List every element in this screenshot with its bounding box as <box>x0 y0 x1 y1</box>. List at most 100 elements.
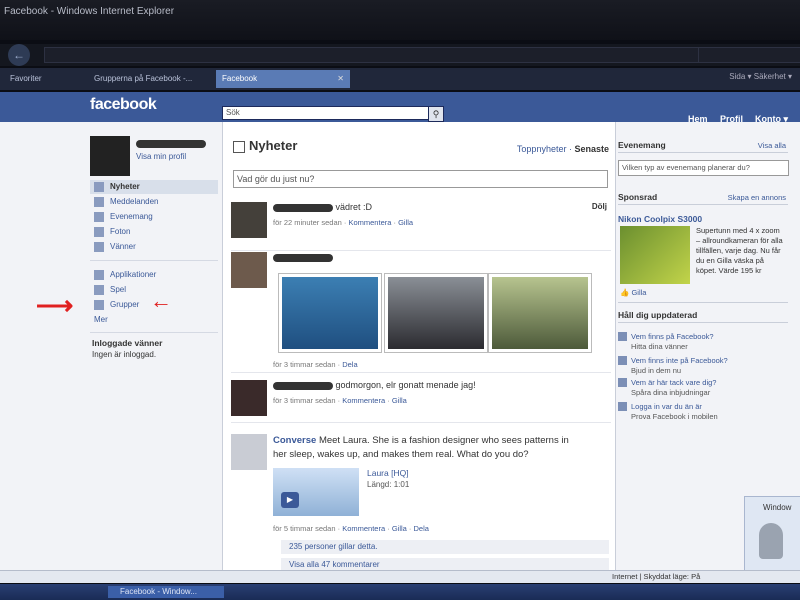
window-title-bar: Facebook - Windows Internet Explorer <box>0 0 800 40</box>
windows-live-popup[interactable]: Window <box>744 496 800 578</box>
feed-filter: Toppnyheter · Senaste <box>516 144 609 154</box>
filter-top-news[interactable]: Toppnyheter <box>517 144 567 154</box>
news-feed-icon <box>94 182 104 192</box>
sidebar-item-friends[interactable]: Vänner <box>90 240 218 254</box>
update-item[interactable]: Logga in var du än är Prova Facebook i m… <box>618 402 788 422</box>
hide-post-button[interactable]: Dölj <box>592 202 607 211</box>
share-link[interactable]: Dela <box>342 360 357 369</box>
poster-name-blurred[interactable] <box>273 203 333 212</box>
sidebar-item-applications[interactable]: Applikationer <box>90 268 218 282</box>
sidebar-item-label: Applikationer <box>110 270 157 279</box>
sponsored-heading: Sponsrad <box>618 192 658 202</box>
events-input[interactable]: Vilken typ av evenemang planerar du? <box>618 160 789 176</box>
stay-updated-heading: Håll dig uppdaterad <box>618 310 698 320</box>
post-time[interactable]: för 3 timmar sedan <box>273 396 336 405</box>
post-meta: för 22 minuter sedan · Kommentera · Gill… <box>273 218 414 227</box>
sidebar-item-label: Nyheter <box>110 182 140 191</box>
mobile-icon <box>618 402 627 411</box>
ad-title[interactable]: Nikon Coolpix S3000 <box>618 214 702 224</box>
browser-search-input[interactable] <box>698 47 800 63</box>
comment-link[interactable]: Kommentera <box>348 218 391 227</box>
taskbar-facebook-button[interactable]: Facebook - Window... <box>108 586 224 598</box>
avatar[interactable] <box>231 202 267 238</box>
profile-name-blurred[interactable] <box>136 140 206 148</box>
fb-search-input[interactable]: Sök <box>222 106 433 120</box>
post-message: Meet Laura. She is a fashion designer wh… <box>273 435 569 460</box>
ad-like-label: Gilla <box>631 288 647 297</box>
comment-link[interactable]: Kommentera <box>342 524 385 533</box>
find-friends-icon <box>618 332 627 341</box>
update-item[interactable]: Vem finns inte på Facebook? Bjud in dem … <box>618 356 788 376</box>
video-thumbnail[interactable]: ▶ <box>273 468 359 516</box>
like-link[interactable]: Gilla <box>392 524 407 533</box>
ie-toolbar[interactable]: Sida ▾ Säkerhet ▾ <box>729 72 792 81</box>
events-see-all-link[interactable]: Visa alla <box>758 141 786 150</box>
status-input[interactable]: Vad gör du just nu? <box>233 170 608 188</box>
avatar[interactable] <box>231 380 267 416</box>
post-photo[interactable] <box>279 274 381 352</box>
browser-status-bar: Internet | Skyddat läge: På <box>0 570 800 583</box>
feed-post: vädret :D för 22 minuter sedan · Komment… <box>231 202 611 251</box>
applications-icon <box>94 270 104 280</box>
likes-count[interactable]: 235 personer gillar detta. <box>281 540 609 554</box>
favorites-button[interactable]: Favoriter <box>4 70 56 88</box>
converse-link[interactable]: Converse <box>273 435 316 446</box>
sidebar-item-label: Grupper <box>110 300 140 309</box>
like-link[interactable]: Gilla <box>398 218 413 227</box>
divider <box>618 204 788 205</box>
avatar[interactable] <box>231 252 267 288</box>
like-link[interactable]: Gilla <box>392 396 407 405</box>
back-arrow-icon[interactable]: ← <box>8 44 30 66</box>
update-item[interactable]: Vem är här tack vare dig? Spåra dina inb… <box>618 378 788 398</box>
sidebar-item-label: Vänner <box>110 242 136 251</box>
facebook-logo[interactable]: facebook <box>90 96 157 114</box>
post-photo[interactable] <box>385 274 487 352</box>
post-time[interactable]: för 3 timmar sedan <box>273 360 336 369</box>
divider <box>618 302 788 303</box>
post-text: Converse Meet Laura. She is a fashion de… <box>273 434 573 462</box>
post-message: godmorgon, elr gonatt menade jag! <box>335 380 476 390</box>
tab-facebook[interactable]: Facebook ✕ <box>216 70 350 88</box>
ad-like-link[interactable]: 👍 Gilla <box>620 288 646 297</box>
video-title[interactable]: Laura [HQ] <box>367 468 409 478</box>
post-meta: för 3 timmar sedan · Dela <box>273 360 358 369</box>
divider <box>618 322 788 323</box>
comment-link[interactable]: Kommentera <box>342 396 385 405</box>
filter-recent[interactable]: Senaste <box>574 144 609 154</box>
close-tab-icon[interactable]: ✕ <box>337 70 344 88</box>
sidebar-more-link[interactable]: Mer <box>90 313 222 327</box>
online-friends-status: Ingen är inloggad. <box>92 350 157 359</box>
window-title: Facebook - Windows Internet Explorer <box>4 6 175 17</box>
update-title: Vem finns inte på Facebook? <box>631 356 728 365</box>
play-icon[interactable]: ▶ <box>281 492 299 508</box>
sidebar-item-messages[interactable]: Meddelanden <box>90 195 218 209</box>
post-text: godmorgon, elr gonatt menade jag! <box>273 380 476 390</box>
post-meta: för 3 timmar sedan · Kommentera · Gilla <box>273 396 407 405</box>
poster-name-blurred[interactable] <box>273 381 333 390</box>
search-icon[interactable]: ⚲ <box>428 106 444 122</box>
post-meta: för 5 timmar sedan · Kommentera · Gilla … <box>273 524 429 533</box>
sidebar-item-events[interactable]: Evenemang <box>90 210 218 224</box>
poster-name-blurred[interactable] <box>273 253 333 262</box>
tab-groups-label: Grupperna på Facebook -... <box>94 74 193 83</box>
avatar[interactable] <box>90 136 130 176</box>
tab-groups[interactable]: Grupperna på Facebook -... <box>88 70 212 88</box>
red-arrow-right-annotation: ⟶ <box>36 290 74 320</box>
friends-icon <box>94 242 104 252</box>
post-time[interactable]: för 5 timmar sedan <box>273 524 336 533</box>
update-sub: Spåra dina inbjudningar <box>631 388 711 397</box>
sidebar-item-news[interactable]: Nyheter <box>90 180 218 194</box>
post-photo[interactable] <box>489 274 591 352</box>
update-title: Vem finns på Facebook? <box>631 332 714 341</box>
address-input[interactable] <box>44 47 704 63</box>
share-link[interactable]: Dela <box>414 524 429 533</box>
sidebar-item-label: Evenemang <box>110 212 153 221</box>
avatar[interactable] <box>231 434 267 470</box>
update-item[interactable]: Vem finns på Facebook? Hitta dina vänner <box>618 332 788 352</box>
create-ad-link[interactable]: Skapa en annons <box>728 193 786 202</box>
post-time[interactable]: för 22 minuter sedan <box>273 218 342 227</box>
view-profile-link[interactable]: Visa min profil <box>136 152 186 161</box>
security-zone[interactable]: Internet | Skyddat läge: På <box>612 572 700 581</box>
sidebar-item-photos[interactable]: Foton <box>90 225 218 239</box>
ad-image[interactable] <box>620 226 690 284</box>
